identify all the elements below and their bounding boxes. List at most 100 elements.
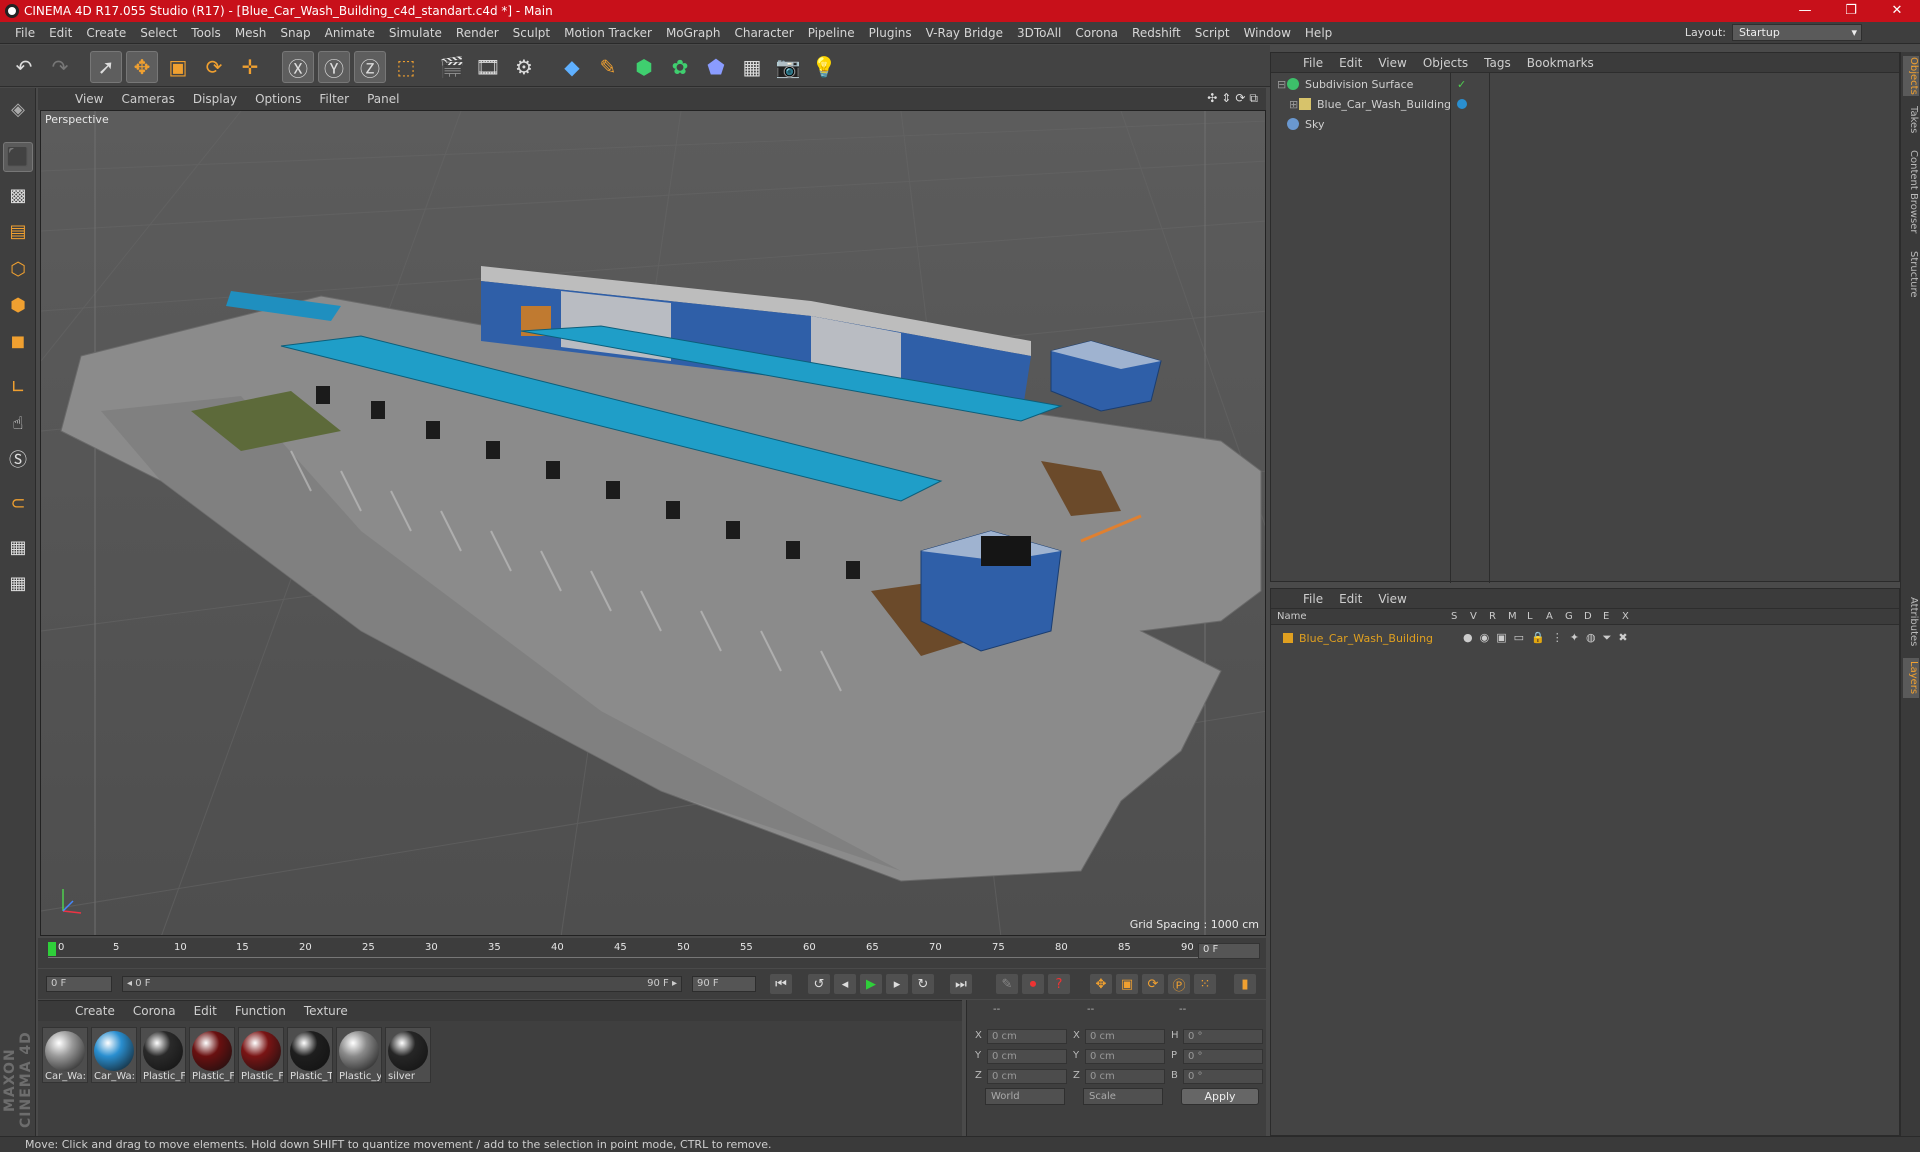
cube-primitive-icon[interactable]: ◆ (556, 51, 588, 83)
axis-mode-icon[interactable]: ∟ (3, 372, 33, 402)
material-swatch[interactable]: Plastic_F (189, 1027, 235, 1083)
menu-script[interactable]: Script (1188, 26, 1237, 40)
position-y-field[interactable]: 0 cm (987, 1049, 1067, 1064)
expand-icon[interactable]: ⊞ (1289, 98, 1299, 111)
rotation-b-field[interactable]: 0 ° (1183, 1069, 1263, 1084)
last-tool-icon[interactable]: ✛ (234, 51, 266, 83)
tab-layers[interactable]: Layers (1903, 658, 1919, 698)
object-menu-file[interactable]: File (1295, 56, 1331, 70)
material-swatch[interactable]: Plastic_F (238, 1027, 284, 1083)
locked-workplane-icon[interactable]: ▦ (3, 532, 33, 562)
viewport-menu-display[interactable]: Display (184, 92, 246, 106)
menu-animate[interactable]: Animate (318, 26, 382, 40)
polygons-mode-icon[interactable]: ◼ (3, 326, 33, 356)
make-editable-icon[interactable]: ◈ (3, 94, 33, 124)
render-picture-viewer-icon[interactable]: 🎞 (472, 51, 504, 83)
menu-edit[interactable]: Edit (42, 26, 79, 40)
material-menu-edit[interactable]: Edit (185, 1004, 226, 1018)
magnet-icon[interactable]: ⊂ (3, 488, 33, 518)
material-menu-corona[interactable]: Corona (124, 1004, 185, 1018)
object-menu-view[interactable]: View (1370, 56, 1414, 70)
menu-character[interactable]: Character (727, 26, 800, 40)
size-z-field[interactable]: 0 cm (1085, 1069, 1165, 1084)
redo-icon[interactable]: ↷ (44, 51, 76, 83)
object-menu-edit[interactable]: Edit (1331, 56, 1370, 70)
menu-redshift[interactable]: Redshift (1125, 26, 1188, 40)
tab-objects[interactable]: Objects (1903, 56, 1919, 96)
undo-icon[interactable]: ↶ (8, 51, 40, 83)
position-x-field[interactable]: 0 cm (987, 1029, 1067, 1044)
scale-tool-icon[interactable]: ▣ (162, 51, 194, 83)
coordinate-mode-dropdown[interactable]: World (985, 1088, 1065, 1105)
end-frame-field[interactable]: 90 F (692, 976, 756, 992)
keyframe-selection-icon[interactable]: ? (1048, 974, 1070, 994)
deformer-toggle-icon[interactable]: ◍ (1586, 631, 1596, 645)
generator-toggle-icon[interactable]: ✦ (1570, 631, 1579, 645)
menu-create[interactable]: Create (79, 26, 133, 40)
preview-range-slider[interactable]: ◂ 0 F 90 F ▸ (122, 976, 682, 992)
pen-spline-icon[interactable]: ✎ (592, 51, 624, 83)
next-frame-icon[interactable]: ▸ (886, 974, 908, 994)
live-selection-icon[interactable]: ➚ (90, 51, 122, 83)
menu-vray-bridge[interactable]: V-Ray Bridge (919, 26, 1010, 40)
key-rotation-icon[interactable]: ⟳ (1142, 974, 1164, 994)
restore-button[interactable]: ❐ (1828, 0, 1874, 22)
next-key-icon[interactable]: ↻ (912, 974, 934, 994)
expression-toggle-icon[interactable]: ⏷ (1603, 631, 1612, 645)
timeline-ruler[interactable]: 0 5 10 15 20 25 30 35 40 45 50 55 60 65 … (38, 938, 1266, 968)
planar-workplane-icon[interactable]: ▦ (3, 568, 33, 598)
material-menu-function[interactable]: Function (226, 1004, 295, 1018)
object-row[interactable]: ⊟ Subdivision Surface ✓ (1277, 75, 1889, 93)
close-button[interactable]: ✕ (1874, 0, 1920, 22)
material-swatch[interactable]: Plastic_T (287, 1027, 333, 1083)
points-mode-icon[interactable]: ⬡ (3, 254, 33, 284)
viewport-menu-view[interactable]: View (66, 92, 112, 106)
minimize-button[interactable]: — (1782, 0, 1828, 22)
menu-file[interactable]: File (8, 26, 42, 40)
x-axis-icon[interactable]: Ⓧ (282, 51, 314, 83)
record-keys-icon[interactable]: ✎ (996, 974, 1018, 994)
menu-sculpt[interactable]: Sculpt (506, 26, 557, 40)
layer-menu-view[interactable]: View (1370, 592, 1414, 606)
object-menu-bookmarks[interactable]: Bookmarks (1519, 56, 1602, 70)
manager-toggle-icon[interactable]: ▭ (1514, 631, 1524, 645)
go-to-end-icon[interactable]: ⏭ (950, 974, 972, 994)
menu-help[interactable]: Help (1298, 26, 1339, 40)
render-view-icon[interactable]: 🎬 (436, 51, 468, 83)
rotate-tool-icon[interactable]: ⟳ (198, 51, 230, 83)
layer-row[interactable]: Blue_Car_Wash_Building ● ◉ ▣ ▭ 🔒 ⋮ ✦ ◍ ⏷… (1283, 629, 1895, 647)
material-swatch[interactable]: Plastic_F (140, 1027, 186, 1083)
size-x-field[interactable]: 0 cm (1085, 1029, 1165, 1044)
timeline-window-icon[interactable]: ▮ (1234, 974, 1256, 994)
render-toggle-icon[interactable]: ▣ (1496, 631, 1506, 645)
menu-3dtoall[interactable]: 3DToAll (1010, 26, 1068, 40)
tab-attributes[interactable]: Attributes (1903, 592, 1919, 652)
camera-icon[interactable]: 📷 (772, 51, 804, 83)
tab-structure[interactable]: Structure (1903, 246, 1919, 302)
start-frame-field[interactable]: 0 F (46, 976, 112, 992)
menu-tools[interactable]: Tools (184, 26, 228, 40)
layer-menu-file[interactable]: File (1295, 592, 1331, 606)
material-menu-texture[interactable]: Texture (295, 1004, 357, 1018)
menu-plugins[interactable]: Plugins (862, 26, 919, 40)
collapse-icon[interactable]: ⊟ (1277, 78, 1287, 91)
position-z-field[interactable]: 0 cm (987, 1069, 1067, 1084)
material-menu-create[interactable]: Create (66, 1004, 124, 1018)
material-swatch[interactable]: Plastic_у (336, 1027, 382, 1083)
go-to-start-icon[interactable]: ⏮ (770, 974, 792, 994)
viewport-menu-panel[interactable]: Panel (358, 92, 408, 106)
apply-button[interactable]: Apply (1181, 1088, 1259, 1105)
orbit-icon[interactable]: ⟳ (1235, 91, 1245, 106)
menu-render[interactable]: Render (449, 26, 506, 40)
size-y-field[interactable]: 0 cm (1085, 1049, 1165, 1064)
size-mode-dropdown[interactable]: Scale (1083, 1088, 1163, 1105)
menu-motion-tracker[interactable]: Motion Tracker (557, 26, 659, 40)
visible-toggle-icon[interactable]: ◉ (1480, 631, 1490, 645)
key-pla-icon[interactable]: ⁙ (1194, 974, 1216, 994)
material-swatch[interactable]: silver (385, 1027, 431, 1083)
menu-snap[interactable]: Snap (273, 26, 317, 40)
tab-takes[interactable]: Takes (1903, 102, 1919, 138)
tweak-mode-icon[interactable]: ☝ (3, 408, 33, 438)
current-frame-field[interactable]: 0 F (1198, 943, 1260, 959)
xref-toggle-icon[interactable]: ✖ (1618, 631, 1627, 645)
